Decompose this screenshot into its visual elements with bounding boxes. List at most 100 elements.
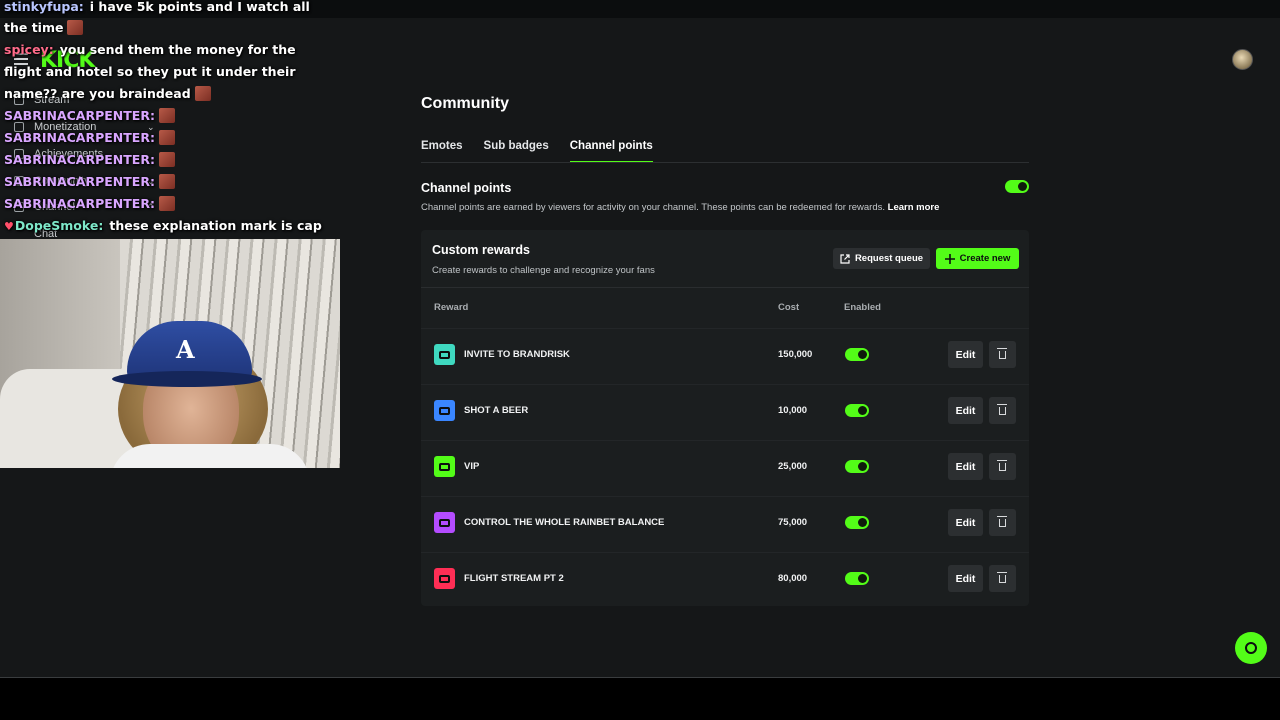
chat-username: SABRINACARPENTER:	[4, 108, 155, 123]
bottom-letterbox	[0, 678, 1280, 720]
request-queue-button[interactable]: Request queue	[833, 248, 930, 269]
create-new-button[interactable]: Create new	[936, 248, 1019, 269]
chat-username: SABRINACARPENTER:	[4, 130, 155, 145]
community-tabs: Emotes Sub badges Channel points	[421, 140, 674, 163]
custom-rewards-title: Custom rewards	[432, 243, 530, 257]
reward-icon	[434, 456, 455, 477]
custom-rewards-description: Create rewards to challenge and recogniz…	[432, 265, 655, 276]
emote-icon	[158, 130, 175, 145]
edit-reward-button[interactable]: Edit	[948, 397, 983, 424]
delete-reward-button[interactable]	[989, 509, 1016, 536]
reward-name: CONTROL THE WHOLE RAINBET BALANCE	[464, 517, 665, 528]
plus-icon	[944, 253, 955, 264]
tab-sub-badges[interactable]: Sub badges	[484, 140, 549, 163]
chat-message: stinkyfupa: i have 5k points and I watch …	[4, 0, 310, 18]
chat-username: spicey:	[4, 42, 54, 57]
chat-text: you send them the money for the	[59, 42, 296, 57]
reward-row: SHOT A BEER 10,000 Edit	[421, 384, 1029, 440]
app-window: KICK Stream Monetization ⌄ Achievements …	[0, 0, 1280, 720]
reward-enabled-toggle[interactable]	[845, 404, 869, 417]
emote-icon	[158, 108, 175, 123]
emote-icon	[158, 196, 175, 211]
chat-text: flight and hotel so they put it under th…	[4, 64, 296, 79]
webcam-overlay: A	[0, 239, 340, 468]
reward-name: FLIGHT STREAM PT 2	[464, 573, 564, 584]
tab-emotes[interactable]: Emotes	[421, 140, 463, 163]
reward-row: CONTROL THE WHOLE RAINBET BALANCE 75,000 E…	[421, 496, 1029, 552]
column-header-enabled: Enabled	[844, 302, 881, 313]
reward-row: FLIGHT STREAM PT 2 80,000 Edit	[421, 552, 1029, 608]
chat-text: name?? are you braindead	[4, 86, 191, 101]
channel-points-description-text: Channel points are earned by viewers for…	[421, 202, 885, 213]
reward-enabled-toggle[interactable]	[845, 516, 869, 529]
reward-enabled-toggle[interactable]	[845, 460, 869, 473]
reward-icon	[434, 568, 455, 589]
reward-cost: 25,000	[778, 461, 808, 472]
chat-message: SABRINACARPENTER:	[4, 127, 175, 149]
reward-cost: 75,000	[778, 517, 808, 528]
channel-points-title: Channel points	[421, 181, 512, 195]
help-chat-button[interactable]	[1235, 632, 1267, 664]
reward-icon	[434, 512, 455, 533]
reward-cost: 80,000	[778, 573, 808, 584]
chat-text: i have 5k points and I watch all	[89, 0, 310, 14]
chat-message: name?? are you braindead	[4, 83, 211, 105]
chat-message: SABRINACARPENTER:	[4, 193, 175, 215]
user-avatar[interactable]	[1232, 49, 1253, 70]
panel-divider	[421, 287, 1029, 288]
tab-channel-points[interactable]: Channel points	[569, 140, 653, 163]
external-link-icon	[840, 253, 850, 264]
reward-enabled-toggle[interactable]	[845, 348, 869, 361]
column-header-reward: Reward	[434, 302, 469, 313]
channel-points-toggle[interactable]	[1005, 180, 1029, 193]
edit-reward-button[interactable]: Edit	[948, 509, 983, 536]
create-new-label: Create new	[959, 253, 1011, 264]
trash-icon	[997, 515, 1007, 527]
reward-cost: 150,000	[778, 349, 813, 360]
headset-icon	[1245, 642, 1257, 654]
chat-message: SABRINACARPENTER:	[4, 105, 175, 127]
reward-name: INVITE TO BRANDRISK	[464, 349, 570, 360]
chat-message: SABRINACARPENTER:	[4, 149, 175, 171]
edit-reward-button[interactable]: Edit	[948, 341, 983, 368]
emote-icon	[158, 174, 175, 189]
chat-message: the time	[4, 17, 84, 39]
reward-name: VIP	[464, 461, 480, 472]
reward-icon	[434, 400, 455, 421]
chat-username: stinkyfupa:	[4, 0, 84, 14]
tabs-divider	[421, 162, 1029, 163]
custom-rewards-panel: Custom rewards Create rewards to challen…	[421, 230, 1029, 606]
trash-icon	[997, 459, 1007, 471]
edit-reward-button[interactable]: Edit	[948, 453, 983, 480]
edit-reward-button[interactable]: Edit	[948, 565, 983, 592]
delete-reward-button[interactable]	[989, 341, 1016, 368]
delete-reward-button[interactable]	[989, 397, 1016, 424]
heart-badge-icon: ♥	[4, 220, 14, 233]
row-divider	[421, 496, 1029, 497]
chat-message: ♥DopeSmoke: these explanation mark is cap	[4, 215, 322, 238]
row-divider	[421, 552, 1029, 553]
channel-points-description: Channel points are earned by viewers for…	[421, 202, 939, 213]
row-divider	[421, 384, 1029, 385]
page-title: Community	[421, 95, 509, 112]
emote-icon	[194, 86, 211, 101]
chat-username: SABRINACARPENTER:	[4, 174, 155, 189]
request-queue-label: Request queue	[854, 253, 924, 264]
column-header-cost: Cost	[778, 302, 800, 313]
learn-more-link[interactable]: Learn more	[888, 202, 940, 213]
reward-cost: 10,000	[778, 405, 808, 416]
row-divider	[421, 440, 1029, 441]
reward-name: SHOT A BEER	[464, 405, 529, 416]
delete-reward-button[interactable]	[989, 453, 1016, 480]
chat-message: flight and hotel so they put it under th…	[4, 61, 296, 83]
chat-text: the time	[4, 20, 64, 35]
chat-text: these explanation mark is cap	[109, 218, 322, 233]
reward-enabled-toggle[interactable]	[845, 572, 869, 585]
trash-icon	[997, 347, 1007, 359]
delete-reward-button[interactable]	[989, 565, 1016, 592]
chat-message: SABRINACARPENTER:	[4, 171, 175, 193]
trash-icon	[997, 403, 1007, 415]
emote-icon	[67, 20, 84, 35]
chat-username: SABRINACARPENTER:	[4, 152, 155, 167]
emote-icon	[158, 152, 175, 167]
